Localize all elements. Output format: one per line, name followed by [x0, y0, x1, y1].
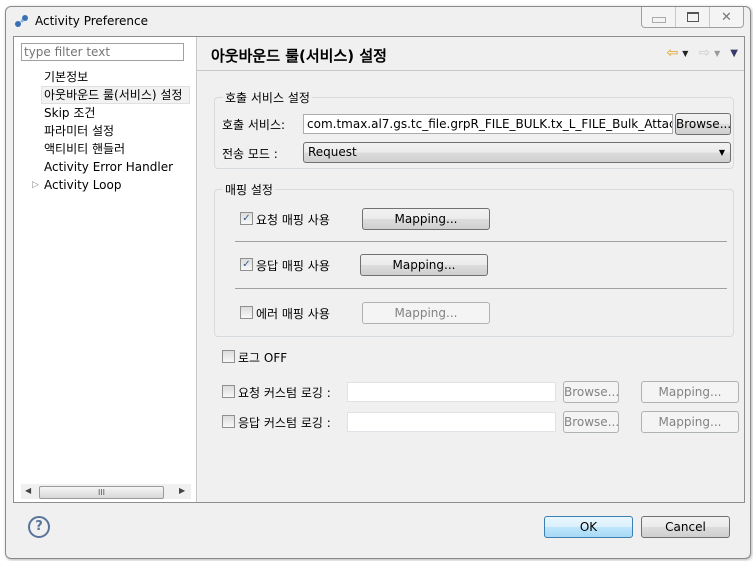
app-icon: [15, 15, 28, 27]
tree-item-label: 파라미터 설정: [44, 124, 115, 138]
request-custom-logging-checkbox[interactable]: [222, 385, 235, 398]
request-mapping-checkbox[interactable]: ✓: [240, 212, 253, 225]
close-button[interactable]: ✕: [709, 7, 743, 27]
scrollbar-grip: III: [97, 488, 106, 497]
log-off-label: 로그 OFF: [238, 351, 288, 365]
tree-item-label: Skip 조건: [44, 106, 96, 120]
maximize-icon: [686, 12, 699, 22]
tree-item-label: Activity Error Handler: [44, 160, 174, 174]
tree-item-label: 기본정보: [44, 70, 89, 84]
response-custom-logging-label: 응답 커스텀 로깅 :: [238, 416, 331, 430]
group-label: 호출 서비스 설정: [223, 89, 312, 106]
service-label: 호출 서비스:: [222, 118, 286, 132]
tree-item-basic-info[interactable]: 기본정보: [14, 68, 196, 86]
ok-button[interactable]: OK: [544, 516, 633, 538]
tree-item-skip-condition[interactable]: Skip 조건: [14, 104, 196, 122]
cancel-button[interactable]: Cancel: [641, 516, 730, 538]
group-label: 매핑 설정: [223, 181, 275, 198]
title-bar: Activity Preference ✕: [6, 7, 750, 35]
help-icon[interactable]: ?: [28, 516, 50, 538]
tree-item-activity-handler[interactable]: 액티비티 핸들러: [14, 140, 196, 158]
request-custom-logging-browse-button[interactable]: Browse...: [563, 381, 619, 403]
forward-arrow-icon[interactable]: ⇨: [698, 46, 710, 60]
preference-tree: 기본정보 아웃바운드 룰(서비스) 설정 Skip 조건 파라미터 설정 액티비…: [14, 68, 196, 194]
service-field[interactable]: com.tmax.al7.gs.tc_file.grpR_FILE_BULK.t…: [303, 114, 673, 134]
tree-item-label: 액티비티 핸들러: [44, 142, 126, 156]
close-icon: ✕: [721, 9, 732, 25]
response-custom-logging-field[interactable]: [347, 412, 556, 432]
request-mapping-button[interactable]: Mapping...: [362, 208, 490, 230]
window-title: Activity Preference: [35, 14, 149, 28]
error-mapping-button[interactable]: Mapping...: [362, 302, 490, 324]
tree-item-activity-error-handler[interactable]: Activity Error Handler: [14, 158, 196, 176]
request-custom-logging-label: 요청 커스텀 로깅 :: [238, 386, 331, 400]
page-title: 아웃바운드 룰(서비스) 설정: [211, 47, 387, 65]
mode-label: 전송 모드 :: [222, 147, 278, 161]
window-controls: ✕: [641, 7, 744, 28]
separator: [235, 288, 727, 289]
response-mapping-button[interactable]: Mapping...: [360, 254, 488, 276]
transfer-mode-select[interactable]: Request ▼: [303, 142, 731, 163]
request-custom-logging-field[interactable]: [347, 382, 556, 402]
tree-item-outbound-rule[interactable]: 아웃바운드 룰(서비스) 설정: [41, 86, 190, 104]
error-mapping-checkbox[interactable]: [240, 306, 253, 319]
response-mapping-label: 응답 매핑 사용: [256, 259, 330, 273]
transfer-mode-value: Request: [308, 145, 357, 159]
preference-tree-panel: 기본정보 아웃바운드 룰(서비스) 설정 Skip 조건 파라미터 설정 액티비…: [14, 37, 197, 502]
request-custom-logging-mapping-button[interactable]: Mapping...: [641, 381, 739, 403]
scroll-right-icon[interactable]: ▶: [179, 486, 185, 495]
back-arrow-icon[interactable]: ⇦: [667, 46, 679, 60]
horizontal-scrollbar[interactable]: ◀ III ▶: [21, 484, 191, 499]
response-custom-logging-checkbox[interactable]: [222, 415, 235, 428]
response-custom-logging-browse-button[interactable]: Browse...: [563, 411, 619, 433]
log-off-checkbox[interactable]: [222, 350, 235, 363]
view-menu-icon[interactable]: ▼: [730, 48, 738, 59]
scrollbar-thumb[interactable]: III: [39, 486, 164, 499]
back-dropdown-icon[interactable]: ▼: [682, 49, 688, 58]
tree-item-parameter-settings[interactable]: 파라미터 설정: [14, 122, 196, 140]
page-navigation: ⇦ ▼ ⇨ ▼ ▼: [667, 46, 738, 60]
forward-dropdown-icon[interactable]: ▼: [714, 49, 720, 58]
minimize-icon: [651, 17, 666, 23]
page-header: 아웃바운드 룰(서비스) 설정 ⇦ ▼ ⇨ ▼ ▼: [197, 37, 744, 71]
response-mapping-checkbox[interactable]: ✓: [240, 258, 253, 271]
tree-item-label: Activity Loop: [44, 178, 122, 192]
dialog-content: 기본정보 아웃바운드 룰(서비스) 설정 Skip 조건 파라미터 설정 액티비…: [13, 36, 745, 503]
error-mapping-label: 에러 매핑 사용: [256, 307, 330, 321]
activity-preference-dialog: Activity Preference ✕ 기본정보 아웃바운드 룰(서비스) …: [5, 6, 751, 559]
separator: [235, 241, 727, 242]
minimize-button[interactable]: [642, 7, 675, 27]
settings-page: 아웃바운드 룰(서비스) 설정 ⇦ ▼ ⇨ ▼ ▼ 호출 서비스 설정 호출 서…: [197, 37, 744, 502]
browse-service-button[interactable]: Browse...: [675, 113, 731, 135]
filter-input[interactable]: [21, 43, 184, 61]
chevron-down-icon: ▼: [718, 148, 725, 157]
scroll-left-icon[interactable]: ◀: [25, 486, 31, 495]
tree-item-label: 아웃바운드 룰(서비스) 설정: [44, 88, 183, 102]
request-mapping-label: 요청 매핑 사용: [256, 213, 330, 227]
expand-arrow-icon[interactable]: ▷: [32, 176, 39, 194]
response-custom-logging-mapping-button[interactable]: Mapping...: [641, 411, 739, 433]
tree-item-activity-loop[interactable]: ▷ Activity Loop: [14, 176, 196, 194]
maximize-button[interactable]: [675, 7, 709, 27]
